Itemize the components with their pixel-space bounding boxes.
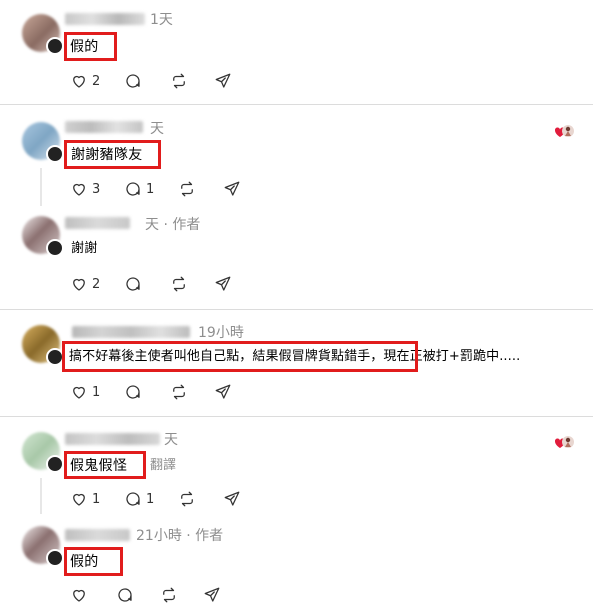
follow-badge-icon[interactable] xyxy=(46,455,64,473)
comment-icon xyxy=(126,385,140,399)
reply-button[interactable]: 1 xyxy=(124,489,154,509)
highlight-box xyxy=(64,140,161,169)
repost-button[interactable] xyxy=(178,489,196,509)
repost-button[interactable] xyxy=(170,274,188,294)
like-count: 2 xyxy=(92,73,101,89)
share-icon xyxy=(215,276,231,291)
blurred-username[interactable] xyxy=(65,13,145,25)
like-button[interactable] xyxy=(70,585,88,605)
blurred-username[interactable] xyxy=(65,217,130,229)
reply-button[interactable] xyxy=(124,274,142,294)
comment-time: 天 xyxy=(164,432,178,448)
reply-button[interactable] xyxy=(124,382,142,402)
comment-text: 謝謝 xyxy=(71,241,98,256)
repost-icon xyxy=(163,587,175,603)
reply-button[interactable] xyxy=(116,585,134,605)
like-count: 2 xyxy=(92,276,101,292)
share-icon xyxy=(215,73,231,88)
like-button[interactable]: 3 xyxy=(70,179,100,199)
divider xyxy=(0,309,593,310)
repost-button[interactable] xyxy=(178,179,196,199)
liked-by-author-icon[interactable] xyxy=(553,121,575,141)
repost-icon xyxy=(173,276,185,292)
like-button[interactable]: 1 xyxy=(70,489,100,509)
blurred-username[interactable] xyxy=(65,529,130,541)
share-icon xyxy=(224,181,240,196)
share-button[interactable] xyxy=(214,274,232,294)
share-icon xyxy=(215,384,231,399)
comment-time: 19小時 xyxy=(198,325,244,341)
highlight-box xyxy=(64,451,146,479)
like-count: 3 xyxy=(92,181,101,197)
reply-button[interactable]: 1 xyxy=(124,179,154,199)
repost-icon xyxy=(173,73,185,89)
repost-button[interactable] xyxy=(170,71,188,91)
thread-line xyxy=(40,478,42,514)
highlight-box xyxy=(62,341,418,372)
highlight-box xyxy=(64,32,117,61)
heart-icon xyxy=(73,183,85,196)
follow-badge-icon[interactable] xyxy=(46,145,64,163)
share-icon xyxy=(204,587,220,602)
comment-time: 天 · 作者 xyxy=(145,217,201,233)
comment-icon xyxy=(126,492,140,506)
like-button[interactable]: 1 xyxy=(70,382,100,402)
like-count: 1 xyxy=(92,384,101,400)
share-button[interactable] xyxy=(223,489,241,509)
repost-icon xyxy=(181,181,193,197)
reply-count: 1 xyxy=(146,491,155,507)
follow-badge-icon[interactable] xyxy=(46,37,64,55)
reply-button[interactable] xyxy=(124,71,142,91)
heart-icon xyxy=(73,493,85,506)
share-icon xyxy=(224,491,240,506)
comment-icon xyxy=(126,74,140,88)
comment-time: 1天 xyxy=(150,12,173,28)
blurred-username[interactable] xyxy=(65,433,160,445)
share-button[interactable] xyxy=(223,179,241,199)
follow-badge-icon[interactable] xyxy=(46,239,64,257)
comment-icon xyxy=(126,277,140,291)
share-button[interactable] xyxy=(214,71,232,91)
divider xyxy=(0,416,593,417)
comment-time: 天 xyxy=(150,121,164,137)
heart-icon xyxy=(73,278,85,291)
highlight-box xyxy=(64,547,123,576)
liked-by-author-icon[interactable] xyxy=(553,432,575,452)
repost-button[interactable] xyxy=(160,585,178,605)
thread-line xyxy=(40,168,42,206)
reply-count: 1 xyxy=(146,181,155,197)
follow-badge-icon[interactable] xyxy=(46,549,64,567)
blurred-username[interactable] xyxy=(72,326,190,338)
share-button[interactable] xyxy=(203,585,221,605)
heart-icon xyxy=(73,75,85,88)
heart-icon xyxy=(73,589,85,602)
comment-icon xyxy=(126,182,140,196)
heart-icon xyxy=(73,386,85,399)
like-button[interactable]: 2 xyxy=(70,71,100,91)
comment-icon xyxy=(118,588,132,602)
blurred-username[interactable] xyxy=(65,121,143,133)
share-button[interactable] xyxy=(214,382,232,402)
repost-button[interactable] xyxy=(170,382,188,402)
translate-link[interactable]: 翻譯 xyxy=(150,458,176,474)
divider xyxy=(0,104,593,105)
like-button[interactable]: 2 xyxy=(70,274,100,294)
repost-icon xyxy=(173,384,185,400)
like-count: 1 xyxy=(92,491,101,507)
repost-icon xyxy=(181,491,193,507)
comment-time: 21小時 · 作者 xyxy=(136,528,224,544)
